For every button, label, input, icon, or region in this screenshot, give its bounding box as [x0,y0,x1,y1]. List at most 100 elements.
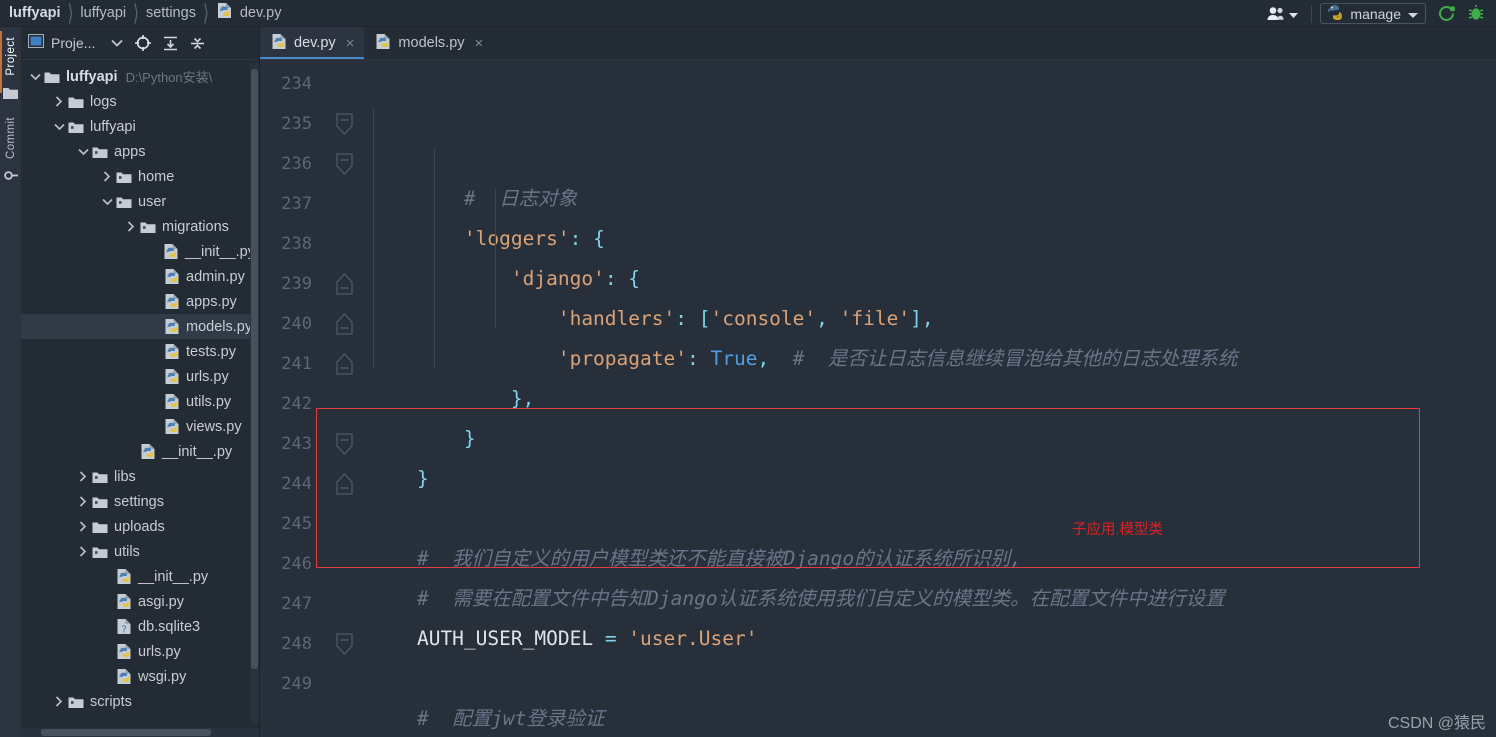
close-icon[interactable]: × [346,35,355,52]
tree-item-libs[interactable]: libs [21,464,259,489]
tree-item-apps[interactable]: apps [21,139,259,164]
user-account-button[interactable] [1262,5,1303,23]
project-file-tree[interactable]: luffyapi D:\Python安装\ logs luffyapi apps home… [21,60,259,737]
code-content[interactable]: # 日志对象 'loggers': { 'django': { 'handler… [370,60,1496,737]
tree-item-tests-py[interactable]: tests.py [21,339,259,364]
tree-item-db-sqlite3[interactable]: ? db.sqlite3 [21,614,259,639]
code-editor[interactable]: 234 235 236 237 238 239 240 241 242 243 244 245 246 2… [260,60,1496,737]
code-token-com: # 我们自定义的用户模型类还不能直接被Django的认证系统所识别, [370,547,1022,570]
chevron-down-icon[interactable] [51,123,67,131]
expand-all-icon[interactable] [157,36,184,51]
code-line: 'handlers': ['console', 'file'], [370,299,1496,339]
fold-marker-open[interactable] [322,624,370,664]
chevron-down-icon[interactable] [75,148,91,156]
tree-item-wsgi-py[interactable]: wsgi.py [21,664,259,689]
fold-marker-open[interactable] [322,104,370,144]
project-panel-vertical-scrollbar[interactable] [250,63,259,723]
chevron-down-icon[interactable] [27,73,43,81]
editor-tab-models-py[interactable]: models.py × [364,27,493,59]
tree-item-label: luffyapi [90,118,136,135]
project-panel-horizontal-scrollbar[interactable] [21,728,259,737]
tree-item-admin-py[interactable]: admin.py [21,264,259,289]
tree-item-home[interactable]: home [21,164,259,189]
tree-item-migrations[interactable]: migrations [21,214,259,239]
tree-item-uploads[interactable]: uploads [21,514,259,539]
code-token-com: # 是否让日志信息继续冒泡给其他的日志处理系统 [792,347,1238,370]
collapse-all-icon[interactable] [184,36,211,51]
tree-item-user[interactable]: user [21,189,259,214]
line-number: 246 [281,554,312,574]
rerun-button[interactable] [1432,4,1462,23]
annotation-note: 子应用.模型类 [1072,522,1164,538]
chevron-right-icon[interactable] [123,221,139,232]
code-token-str: 'loggers' [370,227,570,250]
fold-marker-close[interactable] [322,264,370,304]
line-number: 235 [281,114,312,134]
chevron-right-icon[interactable] [75,546,91,557]
code-line: AUTH_USER_MODEL = 'user.User' [370,619,1496,659]
tree-item-label: wsgi.py [138,668,187,685]
chevron-right-icon[interactable] [75,471,91,482]
chevron-right-icon[interactable] [51,96,67,107]
code-folding-gutter[interactable] [322,60,370,737]
code-token-pun: : { [569,227,605,250]
chevron-right-icon[interactable] [75,521,91,532]
tree-item-settings[interactable]: settings [21,489,259,514]
line-number: 244 [281,474,312,494]
close-icon[interactable]: × [475,35,484,52]
python-file-icon [217,2,232,24]
line-number: 239 [281,274,312,294]
line-number: 243 [281,434,312,454]
python-file-icon [163,343,181,360]
tree-item-init-py[interactable]: __init__.py [21,239,259,264]
editor-tab-bar[interactable]: dev.py × models.py × [260,27,1496,60]
tree-item-luffyapi[interactable]: luffyapi [21,114,259,139]
tree-item-utils-py[interactable]: utils.py [21,389,259,414]
tree-item-logs[interactable]: logs [21,89,259,114]
breadcrumb-item-file[interactable]: dev.py [213,0,285,27]
code-token-kw: True [710,347,758,370]
chevron-right-icon[interactable] [99,171,115,182]
tree-item-luffyapi[interactable]: luffyapi D:\Python安装\ [21,64,259,89]
code-line: # 日志对象 [370,179,1496,219]
tree-item-models-py[interactable]: models.py [21,314,259,339]
scrollbar-thumb[interactable] [41,729,211,736]
fold-marker-close[interactable] [322,344,370,384]
editor-tab-dev-py[interactable]: dev.py × [260,27,365,59]
folder-icon [67,95,85,109]
tool-tab-project[interactable]: Project [3,31,19,82]
tree-item-init-py[interactable]: __init__.py [21,564,259,589]
line-number: 242 [281,394,312,414]
fold-marker-open[interactable] [322,424,370,464]
tree-item-utils[interactable]: utils [21,539,259,564]
breadcrumb-item-project[interactable]: luffyapi [6,0,64,27]
tree-item-scripts[interactable]: scripts [21,689,259,714]
tree-item-views-py[interactable]: views.py [21,414,259,439]
code-line: # 配置jwt登录验证 [370,699,1496,737]
tree-item-urls-py[interactable]: urls.py [21,364,259,389]
code-line: } [370,459,1496,499]
crosshair-icon[interactable] [129,35,157,51]
tree-item-urls-py[interactable]: urls.py [21,639,259,664]
run-configuration-label: manage [1350,5,1401,22]
tool-tab-commit[interactable]: Commit [3,111,19,165]
fold-empty [322,64,370,104]
chevron-right-icon[interactable] [75,496,91,507]
chevron-down-icon [1289,5,1299,23]
tree-item-asgi-py[interactable]: asgi.py [21,589,259,614]
fold-marker-close[interactable] [322,304,370,344]
breadcrumb-item-module[interactable]: luffyapi [77,0,129,27]
tree-item-apps-py[interactable]: apps.py [21,289,259,314]
fold-marker-close[interactable] [322,464,370,504]
chevron-down-icon[interactable] [105,39,129,47]
chevron-down-icon[interactable] [99,198,115,206]
breadcrumb-separator-icon: ⟩ [67,1,74,27]
fold-marker-open[interactable] [322,144,370,184]
tree-item-init-py[interactable]: __init__.py [21,439,259,464]
breadcrumb-item-settings[interactable]: settings [143,0,199,27]
toolbar-right-group: manage [1262,0,1490,27]
chevron-right-icon[interactable] [51,696,67,707]
run-configuration-selector[interactable]: manage [1320,3,1426,24]
scrollbar-thumb[interactable] [251,69,258,669]
debug-button[interactable] [1462,4,1490,23]
